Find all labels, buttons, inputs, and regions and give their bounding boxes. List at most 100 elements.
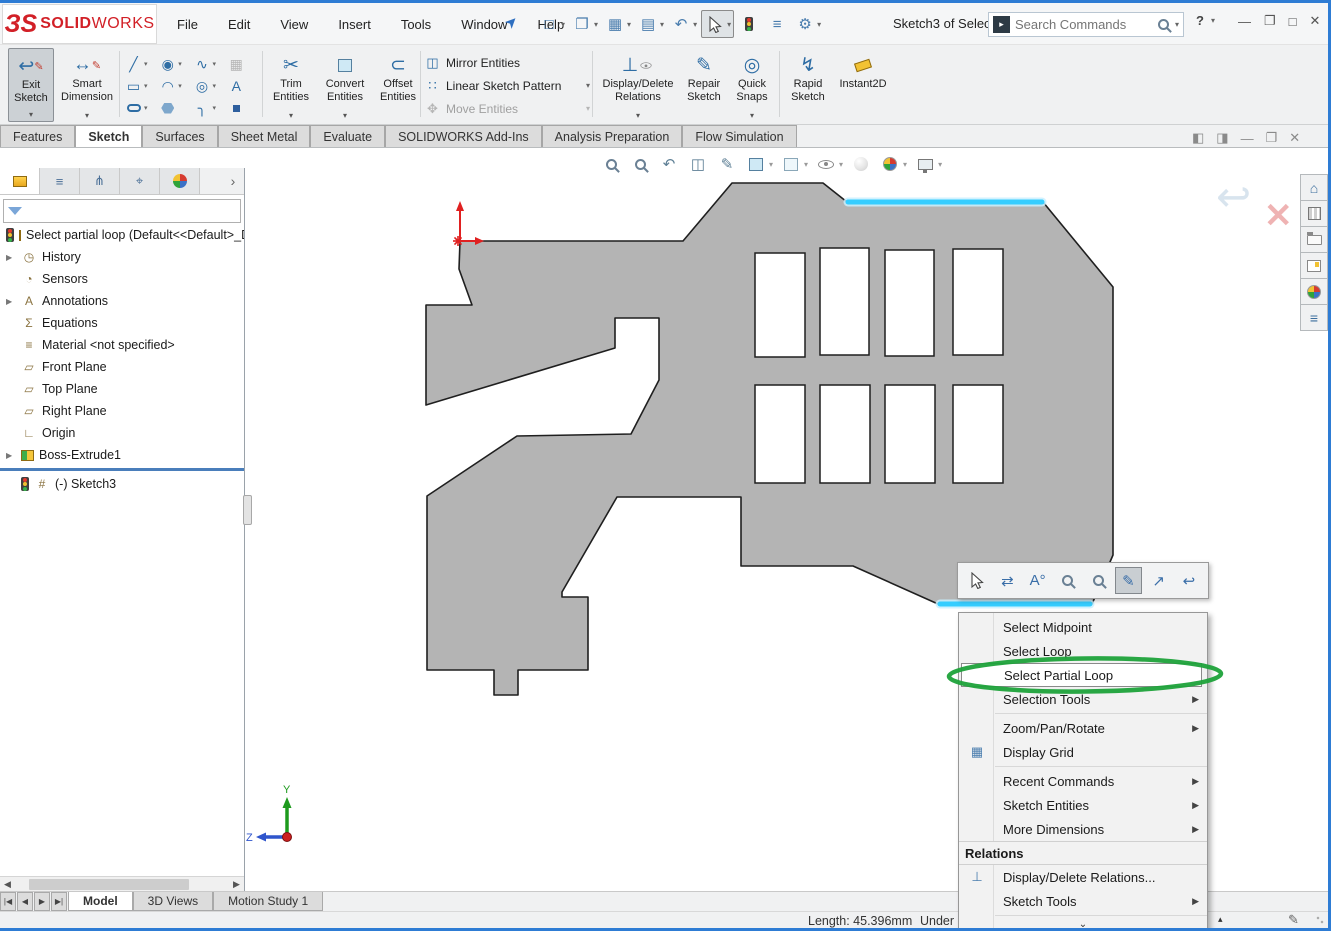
text-tool[interactable]: A: [227, 77, 260, 95]
hide-show-items-button[interactable]: ▾: [815, 153, 843, 175]
chevron-down-icon[interactable]: ▾: [178, 82, 182, 90]
menu-insert[interactable]: Insert: [336, 14, 373, 35]
undo-button[interactable]: ↶▾: [668, 10, 699, 38]
custom-properties-button[interactable]: ≡: [1300, 304, 1328, 331]
tree-item-history[interactable]: ▶◷History: [0, 246, 244, 268]
show-right-pane-icon[interactable]: ◨: [1216, 130, 1228, 146]
convert-entities-button[interactable]: Convert Entities ▾: [317, 48, 373, 122]
sketch-fillet-tool[interactable]: ╮▾: [193, 99, 226, 117]
chevron-down-icon[interactable]: ▾: [727, 20, 731, 29]
menu-item-zoom-pan-rotate[interactable]: Zoom/Pan/Rotate▶: [959, 716, 1207, 740]
chevron-down-icon[interactable]: ▾: [213, 60, 217, 68]
zoom-to-selection-button[interactable]: [1085, 567, 1111, 594]
exit-sketch-context-button[interactable]: ↩: [1176, 567, 1202, 594]
linear-sketch-pattern-button[interactable]: ∷ Linear Sketch Pattern ▾: [424, 74, 590, 97]
smart-dimension-context-button[interactable]: ↗: [1146, 567, 1172, 594]
zoom-to-area-button[interactable]: [629, 153, 651, 175]
sketch-hole[interactable]: [885, 385, 935, 483]
scroll-left-icon[interactable]: ◀: [0, 879, 15, 890]
options-list-button[interactable]: ≡: [764, 10, 790, 38]
chevron-down-icon[interactable]: ▾: [769, 160, 773, 169]
chevron-down-icon[interactable]: ▾: [586, 81, 590, 90]
tab-solidworks-add-ins[interactable]: SOLIDWORKS Add-Ins: [385, 125, 542, 147]
chevron-down-icon[interactable]: ▾: [636, 111, 640, 122]
tree-item-top-plane[interactable]: ▱Top Plane: [0, 378, 244, 400]
minimize-button[interactable]: —: [1238, 14, 1251, 29]
chevron-down-icon[interactable]: ▾: [594, 20, 598, 29]
propertymanager-tab[interactable]: ≡: [40, 168, 80, 194]
menu-item-select-loop[interactable]: Select Loop: [959, 639, 1207, 663]
tree-item-front-plane[interactable]: ▱Front Plane: [0, 356, 244, 378]
chevron-down-icon[interactable]: ▾: [750, 111, 754, 122]
tree-item-annotations[interactable]: ▶AAnnotations: [0, 290, 244, 312]
expander-icon[interactable]: ▶: [6, 253, 16, 262]
zoom-to-fit-button[interactable]: [600, 153, 622, 175]
search-input[interactable]: [1015, 17, 1153, 32]
rollback-bar[interactable]: [0, 468, 244, 471]
appearances-scenes-button[interactable]: [1300, 278, 1328, 305]
rapid-sketch-button[interactable]: ↯ Rapid Sketch: [784, 48, 832, 122]
chevron-down-icon[interactable]: ▾: [29, 110, 33, 121]
tree-item-origin[interactable]: ∟Origin: [0, 422, 244, 444]
doc-restore-button[interactable]: ❐: [1266, 130, 1278, 146]
offset-entities-button[interactable]: ⊂ Offset Entities: [375, 48, 421, 122]
menu-edit[interactable]: Edit: [226, 14, 252, 35]
expander-icon[interactable]: ▶: [6, 297, 16, 306]
circle-tool[interactable]: ◉▾: [158, 55, 191, 73]
restore-button[interactable]: ❐: [1264, 13, 1276, 29]
corner-rectangle-tool[interactable]: ▭▾: [124, 77, 157, 95]
help-button[interactable]: ?: [1196, 13, 1204, 28]
tree-item--sketch3[interactable]: #(-) Sketch3: [0, 473, 244, 495]
chevron-down-icon[interactable]: ▾: [178, 60, 182, 68]
menu-item-select-partial-loop[interactable]: Select Partial Loop: [961, 663, 1202, 687]
resize-grip[interactable]: [1316, 916, 1326, 926]
chevron-down-icon[interactable]: ▾: [693, 20, 697, 29]
sketch-hole[interactable]: [755, 253, 805, 357]
exit-sketch-corner-icon[interactable]: ↩: [1216, 173, 1251, 220]
smart-dimension-button[interactable]: ↔✎ Smart Dimension ▾: [57, 48, 117, 122]
configurationmanager-tab[interactable]: ⋔: [80, 168, 120, 194]
display-delete-relations-button[interactable]: ⊥ Display/Delete Relations ▾: [597, 48, 679, 122]
chevron-down-icon[interactable]: ▾: [289, 111, 293, 122]
tab-sketch[interactable]: Sketch: [75, 125, 142, 147]
tab-nav-button[interactable]: |◀: [0, 892, 16, 911]
sketch-hole[interactable]: [820, 248, 869, 355]
chevron-down-icon[interactable]: ▾: [561, 20, 565, 29]
menu-window[interactable]: Window: [459, 14, 509, 35]
chevron-down-icon[interactable]: ▾: [144, 60, 148, 68]
previous-view-button[interactable]: ↶: [658, 153, 680, 175]
line-tool[interactable]: ╱▾: [124, 55, 157, 73]
menu-tools[interactable]: Tools: [399, 14, 433, 35]
trim-entities-button[interactable]: ✂ Trim Entities ▾: [267, 48, 315, 122]
sketch-hole[interactable]: [885, 250, 934, 356]
chevron-down-icon[interactable]: ▾: [804, 160, 808, 169]
chevron-down-icon[interactable]: ▾: [839, 160, 843, 169]
featuremanager-tree-tab[interactable]: [0, 168, 40, 194]
edit-appearance-button[interactable]: [850, 153, 872, 175]
file-explorer-button[interactable]: [1300, 226, 1328, 253]
menu-item-selection-tools[interactable]: Selection Tools▶: [959, 687, 1207, 711]
select-other-button[interactable]: [964, 567, 990, 594]
polygon-tool[interactable]: [158, 99, 191, 117]
view-palette-button[interactable]: [1300, 252, 1328, 279]
tab-surfaces[interactable]: Surfaces: [142, 125, 217, 147]
tree-item-equations[interactable]: ΣEquations: [0, 312, 244, 334]
view-orientation-button[interactable]: ▾: [745, 153, 773, 175]
chevron-down-icon[interactable]: ▾: [144, 104, 148, 112]
mirror-entities-button[interactable]: ◫ Mirror Entities: [424, 51, 590, 74]
menu-item-recent-commands[interactable]: Recent Commands▶: [959, 769, 1207, 793]
quick-snaps-button[interactable]: ◎ Quick Snaps ▾: [729, 48, 775, 122]
menu-item-sketch-entities[interactable]: Sketch Entities▶: [959, 793, 1207, 817]
scroll-right-icon[interactable]: ▶: [229, 879, 244, 890]
centerpoint-arc-tool[interactable]: ◠▾: [158, 77, 191, 95]
search-dropdown-icon[interactable]: ▾: [1175, 20, 1179, 29]
new-document-button[interactable]: □▾: [536, 10, 567, 38]
tab-analysis-preparation[interactable]: Analysis Preparation: [542, 125, 683, 147]
chevron-down-icon[interactable]: ▾: [627, 20, 631, 29]
tab-sheet-metal[interactable]: Sheet Metal: [218, 125, 311, 147]
design-library-button[interactable]: [1300, 200, 1328, 227]
panel-splitter-handle[interactable]: [243, 495, 252, 525]
tab-flow-simulation[interactable]: Flow Simulation: [682, 125, 796, 147]
menu-file[interactable]: File: [175, 14, 200, 35]
sketch-hole[interactable]: [755, 385, 805, 483]
